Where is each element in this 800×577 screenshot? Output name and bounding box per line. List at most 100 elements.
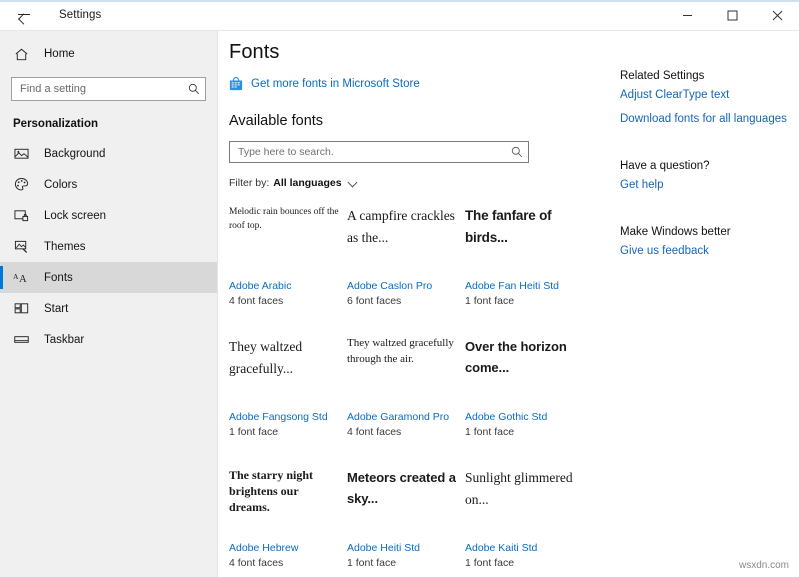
adjust-cleartype-text-link[interactable]: Adjust ClearType text xyxy=(620,89,729,101)
lock-screen-icon xyxy=(13,208,29,224)
font-name[interactable]: Adobe Kaiti Std xyxy=(465,541,576,555)
sidebar-item-themes[interactable]: Themes xyxy=(0,231,217,262)
font-face-count: 1 font face xyxy=(465,556,576,570)
give-us-feedback-link[interactable]: Give us feedback xyxy=(620,245,709,257)
font-face-count: 6 font faces xyxy=(347,294,458,308)
title-bar: Settings xyxy=(0,0,800,31)
microsoft-store-icon xyxy=(229,77,243,91)
sidebar-label: Taskbar xyxy=(44,334,84,346)
filter-label: Filter by: xyxy=(229,177,269,189)
font-name[interactable]: Adobe Caslon Pro xyxy=(347,279,458,293)
font-card[interactable]: Over the horizon come... Adobe Gothic St… xyxy=(462,334,580,465)
sidebar-section-title: Personalization xyxy=(0,118,217,130)
sidebar-item-lock-screen[interactable]: Lock screen xyxy=(0,200,217,231)
minimize-button[interactable] xyxy=(665,0,710,30)
font-search-input[interactable] xyxy=(238,146,511,158)
font-card[interactable]: The fanfare of birds... Adobe Fan Heiti … xyxy=(462,203,580,334)
search-icon xyxy=(511,146,523,158)
font-preview-text: Meteors created a sky... xyxy=(347,465,458,541)
brush-icon xyxy=(13,239,29,255)
home-label: Home xyxy=(44,48,75,60)
minimize-icon xyxy=(682,10,693,21)
font-name[interactable]: Adobe Heiti Std xyxy=(347,541,458,555)
filter-value: All languages xyxy=(273,177,341,189)
svg-text:A: A xyxy=(13,272,19,281)
font-preview-text: They waltzed gracefully through the air. xyxy=(347,334,458,410)
font-aa-icon: A A xyxy=(13,270,29,286)
sidebar-label: Colors xyxy=(44,179,77,191)
font-name[interactable]: Adobe Fangsong Std xyxy=(229,410,340,424)
font-card[interactable]: Sunlight glimmered on... Adobe Kaiti Std… xyxy=(462,465,580,577)
svg-text:A: A xyxy=(19,274,27,285)
search-icon xyxy=(188,83,200,95)
font-card[interactable]: A campfire crackles as the... Adobe Casl… xyxy=(344,203,462,334)
taskbar-icon xyxy=(13,332,29,348)
sidebar-label: Fonts xyxy=(44,272,73,284)
font-card[interactable]: Meteors created a sky... Adobe Heiti Std… xyxy=(344,465,462,577)
make-windows-better-group: Make Windows better Give us feedback xyxy=(620,226,731,257)
back-button[interactable] xyxy=(2,0,46,30)
picture-icon xyxy=(13,146,29,162)
font-preview-text: The fanfare of birds... xyxy=(465,203,576,279)
font-name[interactable]: Adobe Hebrew xyxy=(229,541,340,555)
close-button[interactable] xyxy=(755,0,800,30)
font-face-count: 1 font face xyxy=(465,294,576,308)
start-grid-icon xyxy=(13,301,29,317)
maximize-button[interactable] xyxy=(710,0,755,30)
sidebar-label: Lock screen xyxy=(44,210,106,222)
find-a-setting-box[interactable] xyxy=(11,77,206,101)
sidebar-item-home[interactable]: Home xyxy=(0,37,217,71)
maximize-icon xyxy=(727,10,738,21)
font-card[interactable]: They waltzed gracefully... Adobe Fangson… xyxy=(226,334,344,465)
font-preview-text: A campfire crackles as the... xyxy=(347,203,458,279)
font-name[interactable]: Adobe Arabic xyxy=(229,279,340,293)
download-fonts-languages-link[interactable]: Download fonts for all languages xyxy=(620,113,787,125)
sidebar-item-fonts[interactable]: A A Fonts xyxy=(0,262,217,293)
font-preview-text: The starry night brightens our dreams. xyxy=(229,465,340,541)
font-preview-text: Over the horizon come... xyxy=(465,334,576,410)
make-windows-better-heading: Make Windows better xyxy=(620,226,731,238)
sidebar-item-start[interactable]: Start xyxy=(0,293,217,324)
get-more-fonts-label: Get more fonts in Microsoft Store xyxy=(251,78,420,90)
get-more-fonts-link[interactable]: Get more fonts in Microsoft Store xyxy=(229,77,420,91)
filter-by-dropdown[interactable]: Filter by: All languages xyxy=(229,177,358,189)
font-face-count: 1 font face xyxy=(347,556,458,570)
font-preview-text: They waltzed gracefully... xyxy=(229,334,340,410)
have-a-question-group: Have a question? Get help xyxy=(620,160,710,191)
font-face-count: 4 font faces xyxy=(229,556,340,570)
font-face-count: 1 font face xyxy=(229,425,340,439)
font-card[interactable]: Melodic rain bounces off the roof top. A… xyxy=(226,203,344,334)
sidebar-item-taskbar[interactable]: Taskbar xyxy=(0,324,217,355)
font-preview-text: Sunlight glimmered on... xyxy=(465,465,576,541)
sidebar-item-background[interactable]: Background xyxy=(0,138,217,169)
font-name[interactable]: Adobe Gothic Std xyxy=(465,410,576,424)
watermark: wsxdn.com xyxy=(739,560,789,571)
font-name[interactable]: Adobe Garamond Pro xyxy=(347,410,458,424)
palette-icon xyxy=(13,177,29,193)
home-icon xyxy=(13,46,29,62)
related-settings-heading: Related Settings xyxy=(620,70,787,82)
have-a-question-heading: Have a question? xyxy=(620,160,710,172)
font-card[interactable]: They waltzed gracefully through the air.… xyxy=(344,334,462,465)
back-arrow-icon xyxy=(17,8,31,22)
font-card[interactable]: The starry night brightens our dreams. A… xyxy=(226,465,344,577)
sidebar-label: Background xyxy=(44,148,105,160)
font-face-count: 4 font faces xyxy=(347,425,458,439)
get-help-link[interactable]: Get help xyxy=(620,179,663,191)
settings-window: Settings xyxy=(0,0,800,577)
close-icon xyxy=(772,10,783,21)
sidebar: Home Personalization Background xyxy=(0,31,218,577)
window-title: Settings xyxy=(59,9,101,21)
sidebar-label: Start xyxy=(44,303,68,315)
sidebar-item-colors[interactable]: Colors xyxy=(0,169,217,200)
sidebar-label: Themes xyxy=(44,241,86,253)
font-name[interactable]: Adobe Fan Heiti Std xyxy=(465,279,576,293)
font-face-count: 4 font faces xyxy=(229,294,340,308)
find-a-setting-input[interactable] xyxy=(20,83,188,95)
font-search-box[interactable] xyxy=(229,141,529,163)
window-controls xyxy=(665,0,800,30)
chevron-down-icon xyxy=(349,179,358,188)
related-settings-group: Related Settings Adjust ClearType text D… xyxy=(620,70,787,125)
font-face-count: 1 font face xyxy=(465,425,576,439)
related-settings-panel: Related Settings Adjust ClearType text D… xyxy=(620,31,795,577)
